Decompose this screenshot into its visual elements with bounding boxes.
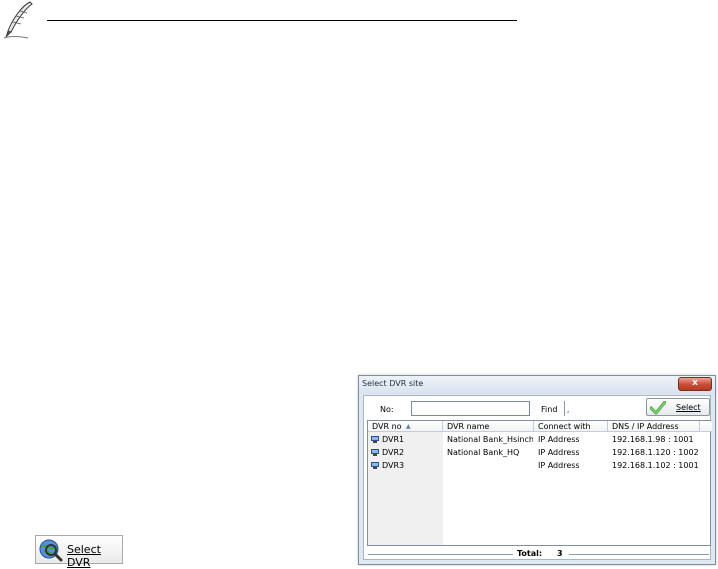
table-row[interactable]: DVR1 National Bank_Hsinch… IP Address 19… (368, 433, 712, 446)
dvr-name-cell: National Bank_Hsinch… (447, 435, 533, 444)
select-button[interactable]: Select (646, 398, 710, 416)
column-header-connect-with[interactable]: Connect with (534, 421, 608, 432)
footer-divider-right (569, 554, 709, 555)
column-header-address[interactable]: DNS / IP Address (608, 421, 700, 432)
connect-with-cell: IP Address (538, 435, 580, 444)
sort-ascending-icon: ▲ (406, 423, 411, 430)
note-rule (47, 20, 517, 21)
table-row[interactable]: DVR3 IP Address 192.168.1.102 : 1001 (368, 459, 712, 472)
select-button-label: Select (676, 403, 701, 412)
column-header-dvr-name[interactable]: DVR name (443, 421, 534, 432)
dialog-title: Select DVR site (362, 379, 424, 388)
no-input[interactable] (411, 401, 530, 416)
check-icon (650, 401, 666, 415)
dialog-body: No: Find , Select DVR no ▲ DVR name Conn… (363, 395, 712, 560)
find-dropdown[interactable]: , (564, 401, 573, 416)
address-cell: 192.168.1.120 : 1002 (612, 448, 699, 457)
dvr-name-cell: National Bank_HQ (447, 448, 520, 457)
column-header-dvr-no-label: DVR no (372, 422, 402, 431)
footer-divider-left (368, 554, 513, 555)
dvr-icon (371, 436, 379, 443)
dvr-icon (371, 449, 379, 456)
connect-with-cell: IP Address (538, 448, 580, 457)
globe-search-icon (39, 539, 63, 562)
dvr-no-cell: DVR3 (382, 461, 405, 470)
address-cell: 192.168.1.102 : 1001 (612, 461, 699, 470)
find-dropdown-arrow: , (567, 406, 570, 414)
table-row[interactable]: DVR2 National Bank_HQ IP Address 192.168… (368, 446, 712, 459)
connect-with-cell: IP Address (538, 461, 580, 470)
close-button[interactable]: x (678, 377, 712, 391)
dvr-no-cell: DVR2 (382, 448, 405, 457)
total-label: Total: (517, 549, 543, 558)
find-button[interactable]: Find (541, 405, 557, 414)
dvr-icon (371, 462, 379, 469)
select-dvr-label: Select DVR (67, 543, 101, 569)
address-cell: 192.168.1.98 : 1001 (612, 435, 694, 444)
no-label: No: (380, 405, 394, 414)
column-header-dvr-no[interactable]: DVR no ▲ (368, 421, 443, 432)
select-dvr-button[interactable]: Select DVR (35, 535, 123, 569)
dvr-no-cell: DVR1 (382, 435, 405, 444)
select-dvr-site-dialog: Select DVR site x No: Find , Select DVR … (358, 375, 716, 565)
dialog-titlebar[interactable]: Select DVR site x (359, 376, 715, 394)
column-header-filler (700, 421, 712, 432)
pen-icon (3, 1, 33, 39)
total-value: 3 (557, 549, 563, 558)
dvr-list[interactable]: DVR no ▲ DVR name Connect with DNS / IP … (367, 420, 712, 546)
